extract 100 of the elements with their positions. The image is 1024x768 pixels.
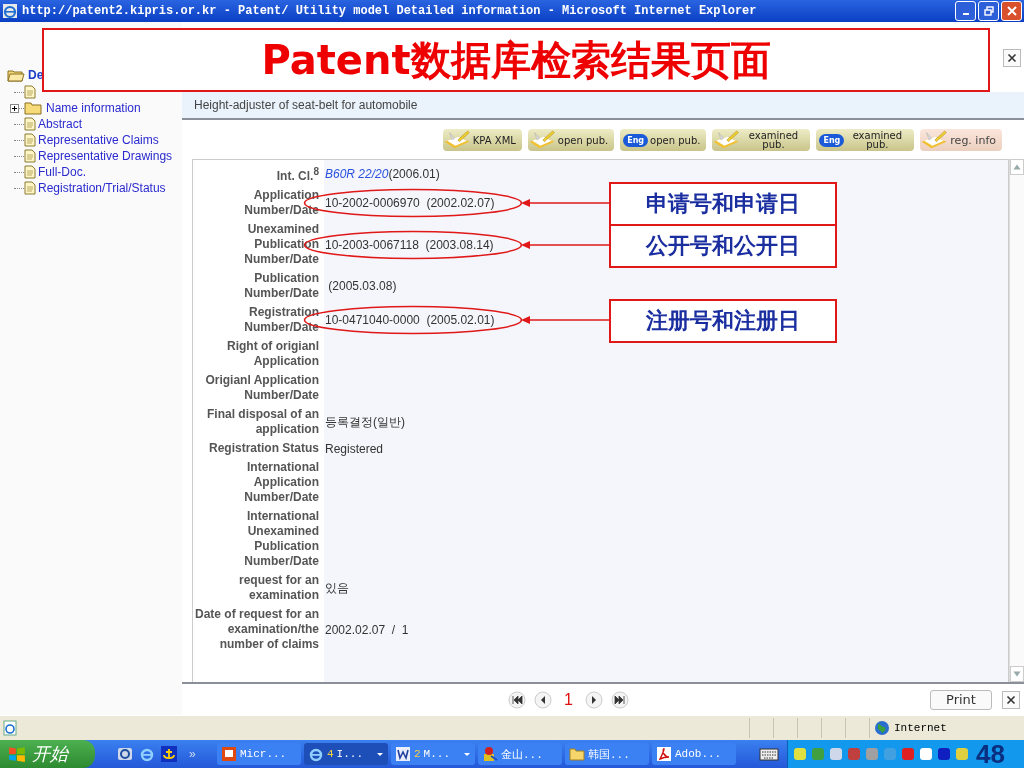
restore-button[interactable]	[978, 1, 999, 21]
field-label: Int. Cl.$^{8}$	[275, 165, 319, 184]
document-button[interactable]: open pub.	[527, 129, 615, 151]
tree-item[interactable]: De	[28, 68, 44, 82]
tree-item[interactable]: Representative Claims	[38, 133, 159, 147]
expand-icon[interactable]	[10, 104, 19, 113]
pencil-book-icon	[527, 130, 556, 150]
document-icon	[24, 149, 36, 163]
tray-icon[interactable]	[936, 746, 952, 762]
document-icon	[24, 85, 36, 99]
field-value: 등록결정(일반)	[325, 413, 405, 431]
document-icon	[24, 181, 36, 195]
folder-icon	[24, 101, 42, 115]
pencil-book-icon	[920, 130, 949, 150]
windows-logo-icon	[8, 745, 26, 763]
restore-icon	[983, 6, 994, 16]
field-label: Registration Number/Date	[243, 305, 319, 335]
page-number[interactable]: 1	[560, 690, 577, 709]
eng-badge: Eng	[819, 133, 845, 147]
field-value: 있음	[325, 579, 349, 597]
taskbar-button[interactable]: 4 I...	[304, 743, 388, 765]
app-icon	[482, 746, 498, 762]
tray-icon[interactable]	[954, 746, 970, 762]
document-button[interactable]: examined pub.	[712, 129, 811, 151]
pencil-book-icon	[712, 130, 741, 150]
previous-page-icon[interactable]	[534, 690, 552, 709]
field-label: Application Number/Date	[243, 188, 319, 218]
scroll-up-icon[interactable]	[1010, 159, 1024, 175]
field-label: Final disposal of an application	[206, 407, 319, 437]
field-value: 2002.02.07 / 1	[325, 622, 409, 637]
field-value: (2005.03.08)	[327, 279, 397, 293]
anchor-icon[interactable]	[161, 746, 177, 762]
field-value: Registered	[325, 441, 384, 456]
field-label: Origianl Application Number/Date	[204, 373, 319, 403]
field-label: request for an examination	[238, 573, 319, 603]
callout-box: 申请号和申请日	[609, 182, 837, 226]
document-button[interactable]: Eng open pub.	[620, 129, 707, 151]
close-button[interactable]	[1003, 49, 1021, 67]
tray-icon[interactable]	[918, 746, 934, 762]
tray-icon[interactable]	[900, 746, 916, 762]
close-icon	[1007, 53, 1017, 63]
scrollbar[interactable]	[1009, 159, 1024, 682]
field-value: (2006.01)	[388, 167, 440, 181]
next-page-icon[interactable]	[584, 690, 603, 709]
slides-icon	[221, 746, 237, 762]
field-value: 10-2003-0067118 (2003.08.14)	[325, 237, 494, 252]
window-title: http://patent2.kipris.or.kr - Patent/ Utility model Detailed information - Microsoft Internet Explorer	[22, 4, 758, 18]
more-button[interactable]: »	[189, 747, 196, 761]
taskbar-button[interactable]: Micr...	[217, 743, 301, 765]
taskbar-button[interactable]: 2 M...	[391, 743, 475, 765]
close-icon	[1006, 694, 1016, 705]
tree-item[interactable]: Representative Drawings	[38, 149, 173, 163]
field-label: International Unexamined Publication Number/Date	[243, 509, 319, 569]
zone-label: Internet	[894, 722, 947, 734]
print-button[interactable]: Print	[930, 689, 992, 710]
tree-item[interactable]: Registration/Trial/Status	[38, 181, 166, 195]
field-label: Registration Status	[208, 441, 319, 456]
folder-icon	[569, 746, 585, 762]
desktop-icon[interactable]	[117, 746, 133, 762]
document-icon	[24, 117, 36, 131]
first-page-icon[interactable]	[508, 690, 526, 709]
document-icon	[24, 165, 36, 179]
folder-icon	[7, 68, 25, 82]
minimize-button[interactable]	[955, 1, 976, 21]
tree-item[interactable]: Name information	[46, 101, 141, 115]
field-label: International Application Number/Date	[243, 460, 319, 505]
eng-badge: Eng	[623, 133, 649, 147]
callout-box: 注册号和注册日	[609, 299, 837, 343]
last-page-icon[interactable]	[610, 690, 629, 709]
close-button[interactable]	[1002, 690, 1020, 709]
classification-link[interactable]: B60R 22/20	[325, 167, 389, 181]
field-label: Right of origianl Application	[226, 339, 319, 369]
document-button[interactable]: KPA XML	[442, 129, 522, 151]
callout-box: 公开号和公开日	[609, 223, 837, 268]
start-button[interactable]: 开始	[0, 740, 95, 768]
keyboard-icon[interactable]	[759, 747, 779, 761]
document-icon	[24, 133, 36, 147]
field-label: Publication Number/Date	[243, 271, 319, 301]
pdf-icon	[656, 746, 672, 762]
browser-icon	[2, 3, 18, 19]
scroll-down-icon[interactable]	[1010, 666, 1024, 682]
taskbar-button[interactable]: 金山...	[478, 743, 562, 765]
document-icon	[395, 746, 411, 762]
field-label: Date of request for an examination/the number of claims	[193, 607, 319, 652]
browser-icon[interactable]	[139, 746, 155, 762]
document-button[interactable]: reg. info	[920, 129, 1002, 151]
annotation-title: Patent数据库检索结果页面	[261, 35, 771, 85]
tray-icon[interactable]	[792, 746, 808, 762]
tree-item[interactable]: Abstract	[38, 117, 82, 131]
field-value: 10-2002-0006970 (2002.02.07)	[325, 196, 495, 210]
slide-number: 48	[976, 738, 1005, 768]
close-icon	[1006, 6, 1017, 16]
globe-icon	[874, 720, 890, 736]
pencil-book-icon	[442, 130, 471, 150]
minimize-icon	[962, 13, 969, 15]
taskbar-button[interactable]: 韩国...	[565, 743, 649, 765]
tray-icon[interactable]	[828, 746, 844, 762]
taskbar-button[interactable]: Adob...	[652, 743, 736, 765]
tree-item[interactable]: Full-Doc.	[38, 165, 86, 179]
document-button[interactable]: Eng examined pub.	[816, 129, 915, 151]
